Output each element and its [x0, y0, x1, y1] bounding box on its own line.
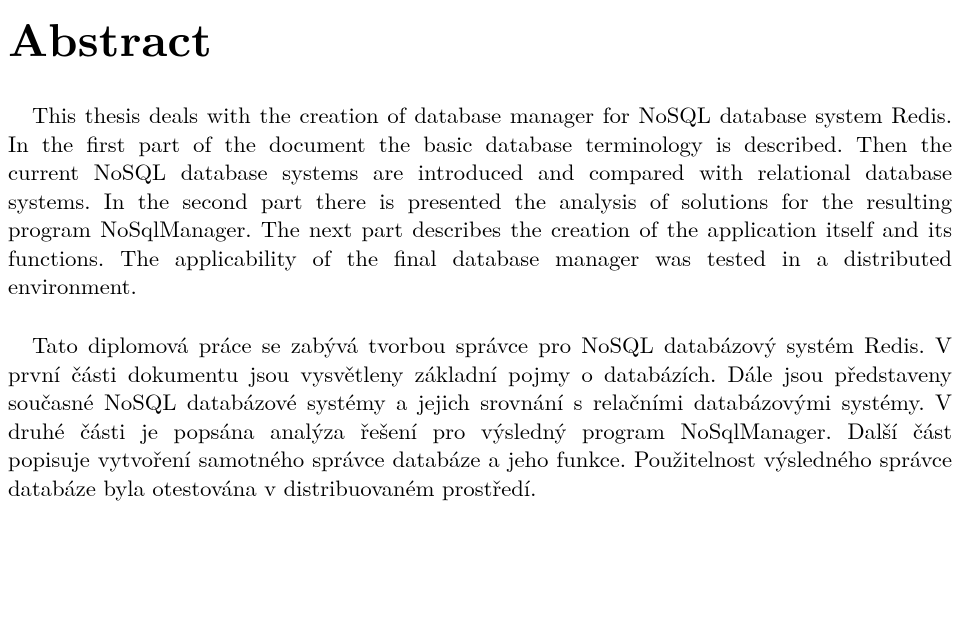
abstract-paragraph-cs: Tato diplomová práce se zabývá tvorbou s… [8, 330, 952, 501]
abstract-paragraph-en: This thesis deals with the creation of d… [8, 100, 952, 300]
page-title: Abstract [8, 4, 952, 70]
abstract-page: Abstract This thesis deals with the crea… [0, 0, 960, 627]
